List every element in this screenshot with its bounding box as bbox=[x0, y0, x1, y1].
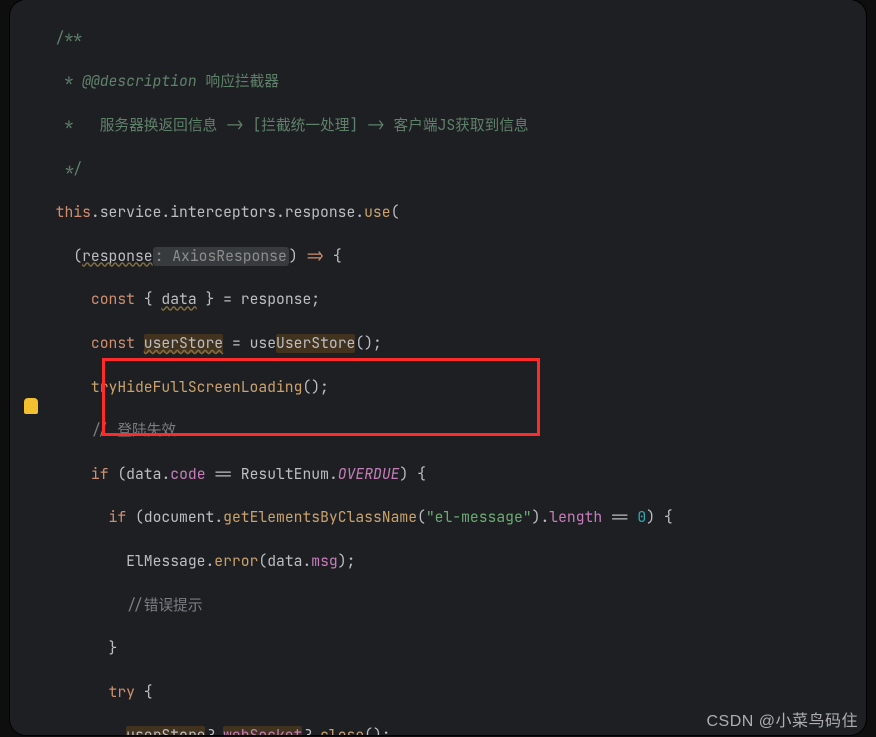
kw-const: const bbox=[91, 290, 135, 309]
num-zero: 0 bbox=[637, 508, 646, 527]
dot: . bbox=[329, 465, 338, 484]
ElMessage: ElMessage bbox=[126, 552, 205, 571]
gutter bbox=[10, 0, 38, 735]
kw-const: const bbox=[91, 334, 135, 353]
comment: // 登陆失效 bbox=[91, 421, 176, 440]
doc-desc: 响应拦截器 bbox=[206, 72, 279, 91]
paren: ). bbox=[532, 508, 550, 527]
fn-use: use bbox=[364, 203, 390, 222]
var-userStore: userStore bbox=[126, 726, 205, 735]
prop-msg: msg bbox=[311, 552, 337, 571]
dot: . bbox=[214, 508, 223, 527]
var-userStore: userStore bbox=[144, 334, 223, 353]
lightbulb-icon[interactable] bbox=[24, 398, 38, 414]
paren: ( bbox=[417, 508, 426, 527]
fn-getElementsByClassName: getElementsByClassName bbox=[223, 508, 417, 527]
dot: . bbox=[302, 552, 311, 571]
code-editor[interactable]: /** * @@description 响应拦截器 * 服务器换返回信息 -> … bbox=[38, 6, 866, 735]
doc-line2: 服务器换返回信息 -> [拦截统一处理] -> 客户端JS获取到信息 bbox=[100, 116, 529, 135]
docblock-open: /** bbox=[56, 29, 82, 48]
enum-val: OVERDUE bbox=[338, 465, 400, 484]
ident: data bbox=[267, 552, 302, 571]
kw-try: try bbox=[109, 683, 135, 702]
docblock-close: */ bbox=[56, 160, 82, 179]
comment: //错误提示 bbox=[126, 596, 202, 615]
str: "el-message" bbox=[426, 508, 532, 527]
call: (); bbox=[302, 378, 328, 397]
kw-this: this bbox=[56, 203, 91, 222]
paren: ( bbox=[126, 508, 144, 527]
call: (); bbox=[355, 334, 381, 353]
fn-close: close bbox=[320, 726, 364, 735]
op: ?. bbox=[205, 726, 223, 735]
kw-if: if bbox=[91, 465, 109, 484]
dot: . bbox=[161, 465, 170, 484]
brace: ) { bbox=[399, 465, 425, 484]
paren: ) bbox=[289, 247, 307, 266]
paren: ); bbox=[338, 552, 356, 571]
paren: ( bbox=[391, 203, 400, 222]
inlay-hint-type: : AxiosResponse bbox=[153, 247, 289, 266]
op: == bbox=[206, 465, 241, 484]
window-frame: /** * @@description 响应拦截器 * 服务器换返回信息 -> … bbox=[0, 0, 876, 737]
fn-useUserStore: UserStore bbox=[276, 334, 355, 353]
eq: = bbox=[223, 334, 249, 353]
paren: ( bbox=[258, 552, 267, 571]
chain: .service.interceptors.response. bbox=[91, 203, 364, 222]
prop-code: code bbox=[170, 465, 205, 484]
brace: { bbox=[324, 247, 342, 266]
fn-error: error bbox=[214, 552, 258, 571]
ident: data bbox=[126, 465, 161, 484]
brace: ) { bbox=[646, 508, 672, 527]
prop-length: length bbox=[549, 508, 602, 527]
punc: } = bbox=[197, 290, 241, 309]
kw-if: if bbox=[109, 508, 127, 527]
doc-tag: @description bbox=[91, 72, 197, 91]
var-data: data bbox=[161, 290, 196, 309]
document: document bbox=[144, 508, 215, 527]
watermark-label: CSDN @小菜鸟码住 bbox=[706, 707, 858, 731]
brace: { bbox=[135, 683, 153, 702]
paren: ( bbox=[109, 465, 127, 484]
arrow: => bbox=[306, 247, 324, 266]
paren: ( bbox=[73, 247, 82, 266]
fn-tryHide: tryHideFullScreenLoading bbox=[91, 378, 303, 397]
dot: . bbox=[205, 552, 214, 571]
op: ?. bbox=[302, 726, 320, 735]
editor-panel: /** * @@description 响应拦截器 * 服务器换返回信息 -> … bbox=[10, 0, 866, 735]
brace: } bbox=[109, 639, 118, 658]
op: == bbox=[602, 508, 637, 527]
semi: ; bbox=[311, 290, 320, 309]
prop-webSocket: webSocket bbox=[223, 726, 302, 735]
brace: { bbox=[135, 290, 161, 309]
call: (); bbox=[364, 726, 390, 735]
param-response: response bbox=[82, 247, 153, 266]
enum: ResultEnum bbox=[241, 465, 329, 484]
ident: response bbox=[241, 290, 312, 309]
